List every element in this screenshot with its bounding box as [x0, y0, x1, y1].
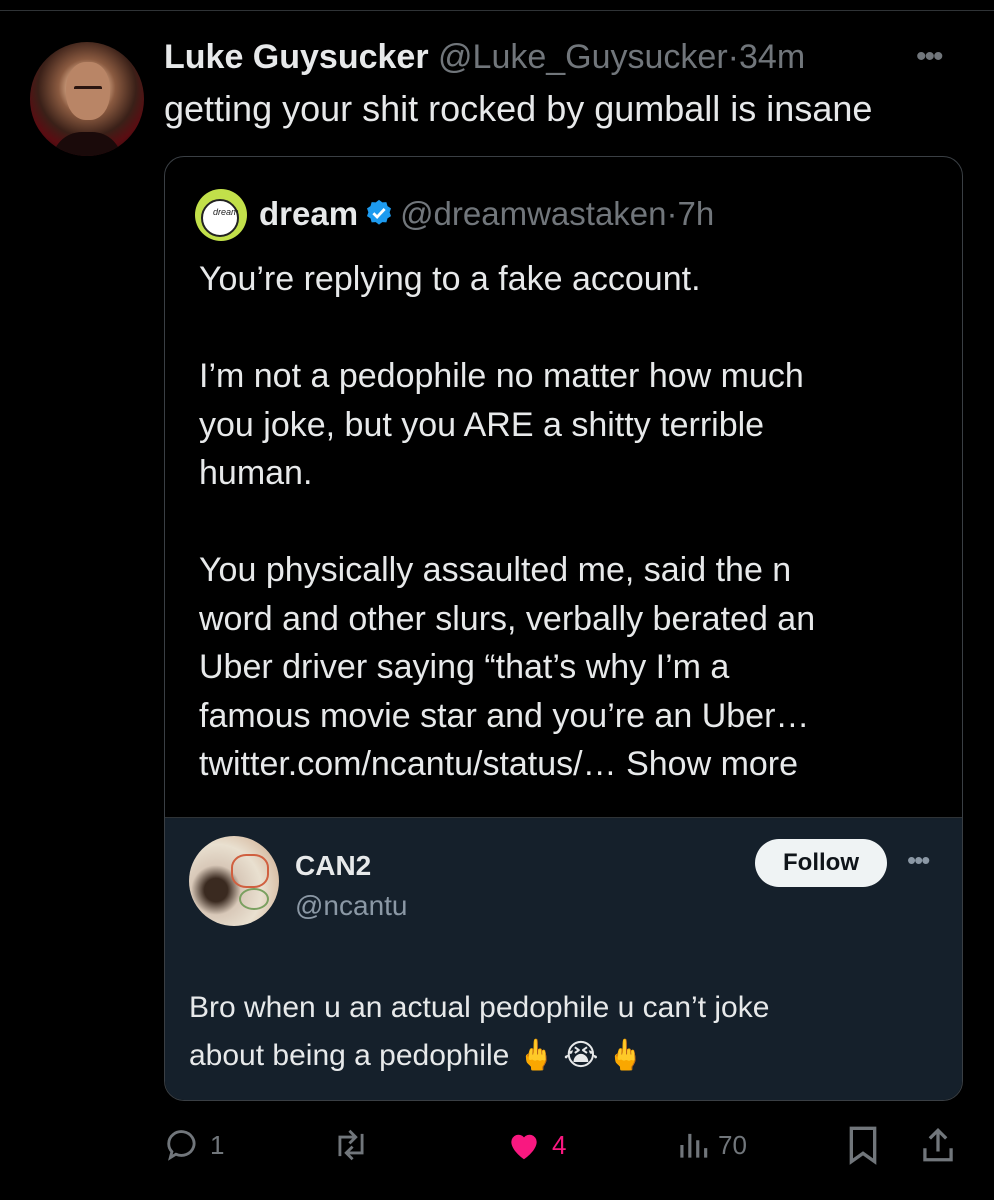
heart-icon [511, 1134, 537, 1160]
author-name[interactable]: Luke Guysucker [164, 38, 429, 76]
retweet-button[interactable] [330, 1120, 380, 1170]
quoted-tweet-header: dream @dreamwastaken·7h [259, 195, 714, 236]
embedded-author-name[interactable]: CAN2 [295, 850, 371, 882]
follow-button[interactable]: Follow [755, 839, 887, 887]
retweet-icon [338, 1129, 364, 1161]
quoted-line: word and other slurs, verbally berated a… [199, 599, 816, 638]
quoted-line: famous movie star and you’re an Uber… [199, 696, 810, 735]
author-handle[interactable]: @Luke_Guysucker [438, 38, 728, 76]
quoted-author-avatar[interactable]: dream [195, 189, 247, 241]
views-count: 70 [718, 1129, 747, 1160]
embedded-author-handle[interactable]: @ncantu [295, 890, 408, 922]
quoted-tweet-time[interactable]: 7h [678, 195, 715, 232]
reply-icon [167, 1130, 196, 1161]
author-avatar[interactable] [30, 42, 144, 156]
avatar-logo-text: dream [213, 207, 239, 217]
tweet-text: getting your shit rocked by gumball is i… [164, 88, 873, 129]
reply-count: 1 [210, 1129, 225, 1160]
quoted-line: Uber driver saying “that’s why I’m a [199, 648, 730, 686]
more-options-icon[interactable]: ••• [916, 40, 943, 74]
embedded-line-2: about being a pedophile 🖕 😭 🖕 [189, 1032, 929, 1080]
like-button[interactable]: 4 [504, 1120, 566, 1170]
show-more-link[interactable]: Show more [626, 745, 798, 783]
embedded-line-1: Bro when u an actual pedophile u can’t j… [189, 991, 770, 1024]
quoted-author-handle[interactable]: @dreamwastaken [400, 195, 666, 232]
emoji-sequence: 🖕 😭 🖕 [517, 1039, 645, 1072]
quoted-line: human. [199, 454, 313, 492]
quoted-tweet-body: You’re replying to a fake account. I’m n… [199, 255, 939, 789]
verified-badge-icon [364, 198, 394, 236]
like-count: 4 [552, 1129, 567, 1160]
quoted-line: I’m not a pedophile no matter how much [199, 357, 804, 395]
quoted-paragraph-1: You’re replying to a fake account. [199, 260, 701, 298]
share-button[interactable] [920, 1120, 956, 1170]
embedded-line-2-text: about being a pedophile [189, 1039, 510, 1072]
quoted-tweet[interactable]: dream dream @dreamwastaken·7h You’re repl… [164, 156, 963, 1101]
embedded-more-options-icon[interactable]: ••• [907, 845, 930, 876]
status-link[interactable]: twitter.com/ncantu/status/… [199, 745, 617, 783]
bookmark-icon [849, 1126, 877, 1165]
top-divider [0, 10, 994, 11]
embedded-author-avatar[interactable] [189, 836, 279, 926]
quoted-last-line: twitter.com/ncantu/status/… Show more [199, 740, 939, 789]
separator-dot: · [727, 38, 739, 76]
views-button[interactable]: 70 [676, 1120, 747, 1170]
reply-button[interactable]: 1 [164, 1120, 224, 1170]
quoted-author-name[interactable]: dream [259, 195, 358, 232]
quoted-line: you joke, but you ARE a shitty terrible [199, 405, 765, 444]
views-bar-chart-icon [680, 1133, 708, 1158]
separator-dot: · [666, 195, 678, 232]
embedded-tweet-text: Bro when u an actual pedophile u can’t j… [189, 984, 929, 1080]
quoted-line: You physically assaulted me, said the n [199, 551, 792, 589]
tweet-actions-bar: 1 4 70 [0, 1120, 994, 1170]
tweet-time[interactable]: 34m [739, 38, 805, 76]
share-icon [923, 1127, 953, 1162]
tweet-header: Luke Guysucker @Luke_Guysucker·34m [164, 38, 805, 77]
bookmark-button[interactable] [846, 1120, 880, 1170]
